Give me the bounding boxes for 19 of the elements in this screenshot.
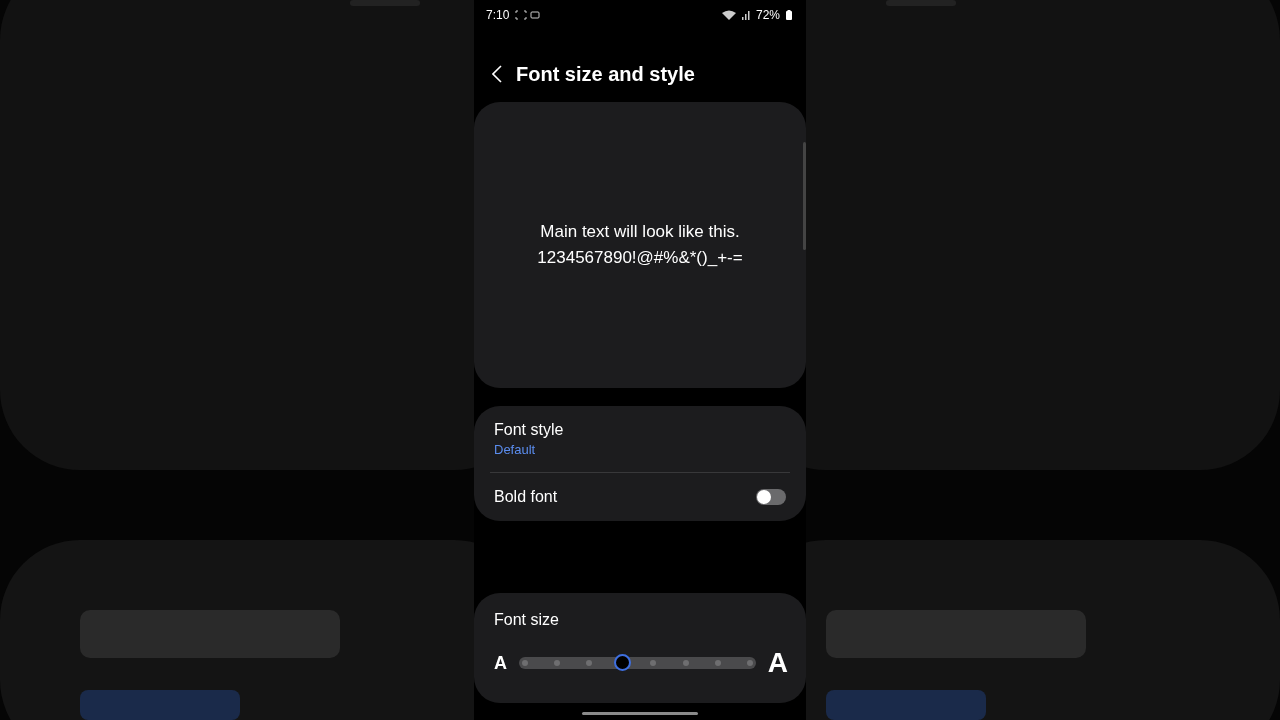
- battery-percent: 72%: [755, 8, 780, 22]
- status-time: 7:10: [486, 8, 510, 22]
- large-size-glyph: A: [767, 647, 788, 679]
- setting-label: Bold font: [494, 488, 559, 506]
- section-label: Font size: [494, 611, 559, 628]
- setting-label[interactable]: Font style: [494, 421, 786, 439]
- slider-track[interactable]: [519, 657, 756, 669]
- preview-text: Main text will look like this.: [540, 222, 740, 242]
- back-icon[interactable]: [492, 65, 502, 83]
- setting-value: Default: [494, 442, 537, 457]
- wifi-icon: [721, 10, 736, 20]
- signal-icon: [741, 10, 750, 20]
- screen-capture-icon: [515, 10, 542, 20]
- small-size-glyph: A: [494, 652, 507, 674]
- slider-thumb[interactable]: [613, 654, 631, 671]
- toggle-switch[interactable]: [756, 489, 786, 505]
- page-title: Font size and style: [516, 62, 695, 86]
- preview-text: 1234567890!@#%&*()_+-=: [537, 248, 743, 268]
- battery-icon: [786, 10, 792, 20]
